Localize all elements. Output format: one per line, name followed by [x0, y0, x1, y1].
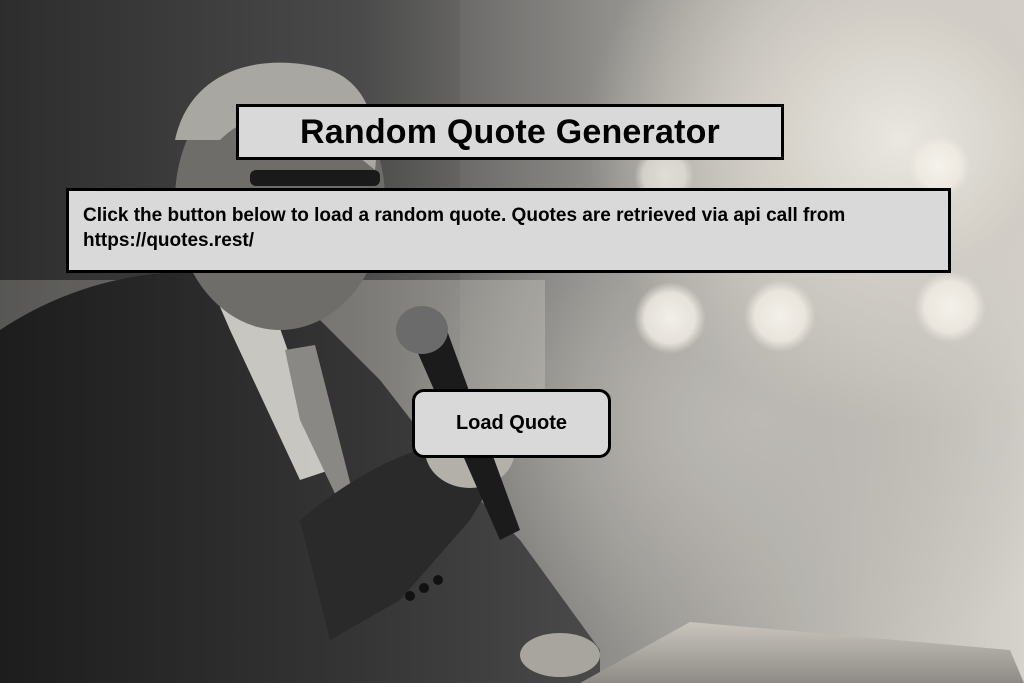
speaker-illustration — [0, 0, 1024, 683]
description-panel: Click the button below to load a random … — [66, 188, 951, 273]
load-quote-button[interactable]: Load Quote — [412, 389, 611, 458]
page-title: Random Quote Generator — [299, 112, 720, 151]
description-text: Click the button below to load a random … — [83, 205, 846, 251]
title-panel: Random Quote Generator — [236, 104, 784, 160]
background-photo — [0, 0, 1024, 683]
